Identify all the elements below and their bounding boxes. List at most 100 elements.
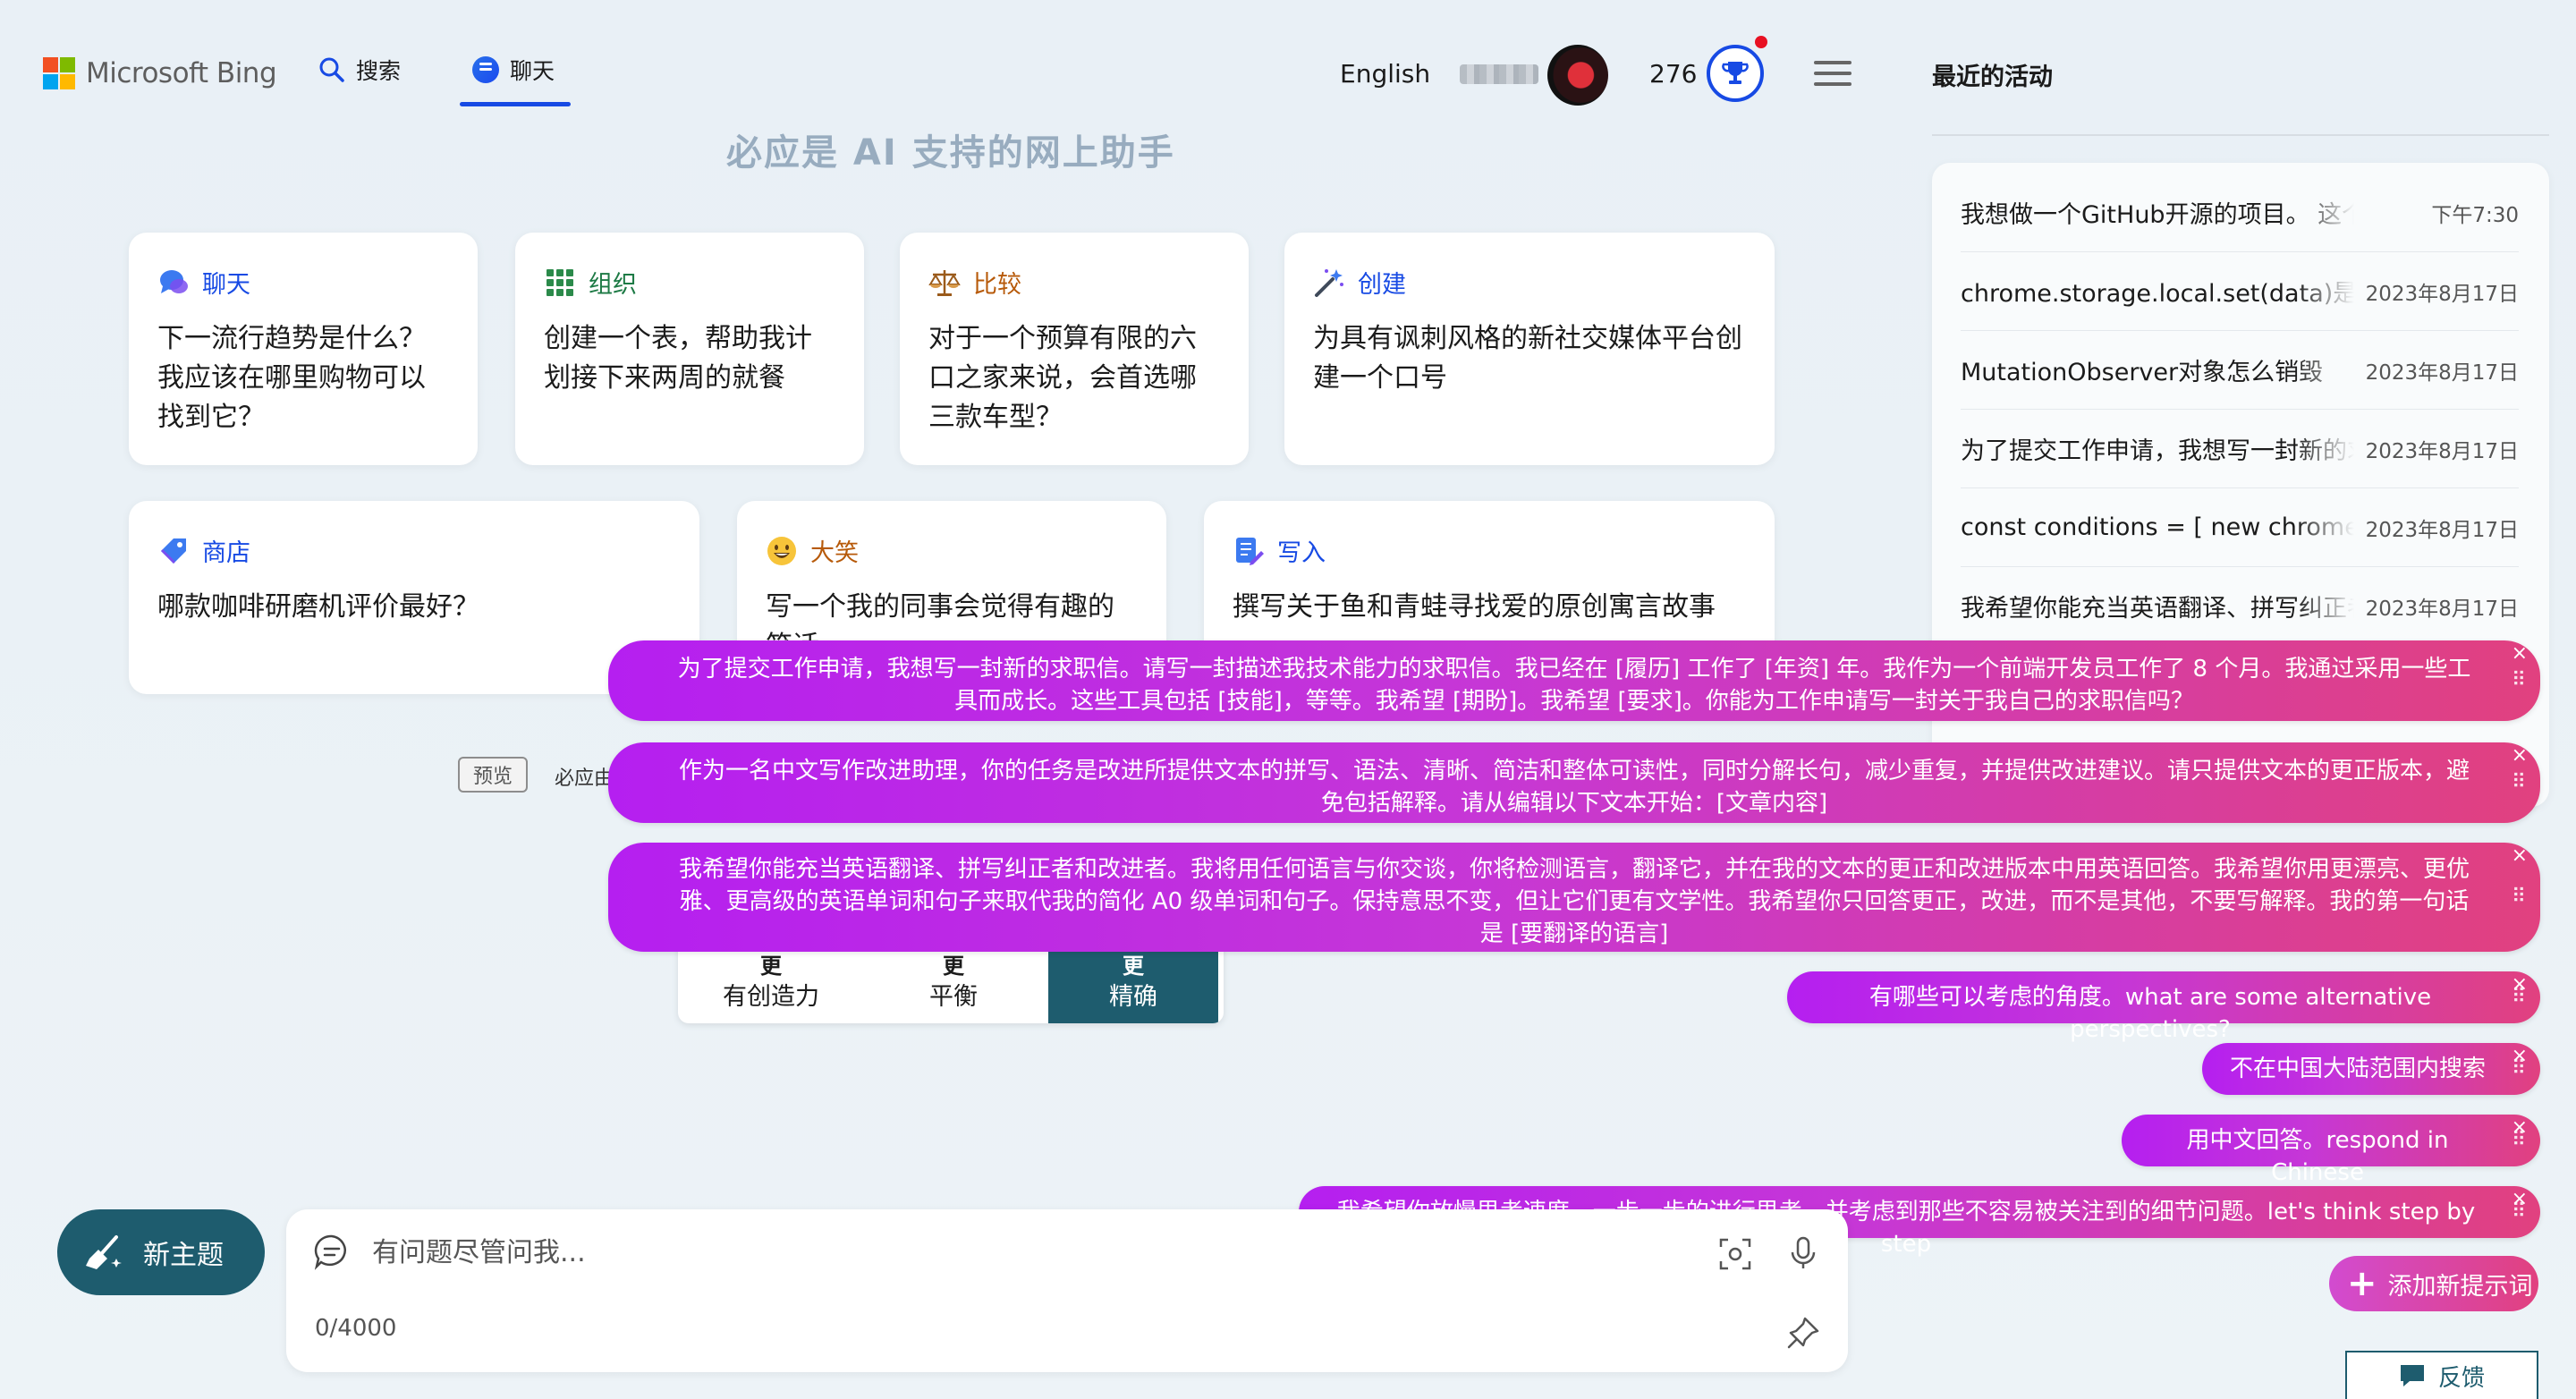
tab-search[interactable]: 搜索 (318, 54, 401, 86)
prompt-chip[interactable]: 我希望你能充当英语翻译、拼写纠正者和改进者。我将用任何语言与你交谈，你将检测语言… (608, 843, 2540, 952)
card-category: 创建 (1358, 271, 1406, 299)
drag-handle-icon[interactable]: ⠿ (2512, 1124, 2526, 1157)
activity-text: 为了提交工作申请，我想写一封新的求职信 (1961, 437, 2354, 465)
card-category: 写入 (1277, 539, 1326, 567)
page-subtitle: 必应是 AI 支持的网上助手 (726, 132, 1175, 174)
activity-time: 2023年8月17日 (2365, 518, 2519, 542)
close-icon[interactable]: × (2512, 746, 2528, 766)
prompt-chip[interactable]: 用中文回答。respond in Chinese × ⠿ (2122, 1115, 2540, 1186)
recent-activity-item[interactable]: 我想做一个GitHub开源的项目。 这个名称 下午7:30 (1961, 174, 2519, 252)
microphone-icon[interactable] (1785, 1234, 1821, 1270)
drag-handle-icon[interactable]: ⠿ (2512, 665, 2526, 697)
feedback-button[interactable]: 反馈 (2345, 1351, 2538, 1399)
add-prompt-button[interactable]: + 添加新提示词 (2329, 1256, 2538, 1311)
recent-activity-title: 最近的活动 (1932, 64, 2053, 91)
price-tag-icon (161, 538, 186, 564)
plus-icon: + (2347, 1263, 2377, 1304)
activity-text: chrome.storage.local.set(data)是异步的吗 (1961, 280, 2354, 308)
new-topic-label: 新主题 (143, 1240, 224, 1271)
close-icon[interactable]: × (2512, 644, 2528, 664)
bing-logo[interactable]: Microsoft Bing (43, 57, 277, 89)
top-header: Microsoft Bing 搜索 聊天 English 276 (0, 0, 1914, 116)
card-text: 为具有讽刺风格的新社交媒体平台创建一个口号 (1313, 323, 1742, 394)
drag-handle-icon[interactable]: ⠿ (2512, 881, 2526, 913)
drag-handle-icon[interactable]: ⠿ (2512, 1053, 2526, 1085)
broom-icon (86, 1235, 122, 1269)
add-prompt-label: 添加新提示词 (2387, 1272, 2533, 1301)
chat-icon (472, 56, 499, 83)
pin-icon[interactable] (1785, 1315, 1821, 1351)
prompt-chip[interactable]: 不在中国大陆范围内搜索 × ⠿ (2202, 1043, 2540, 1095)
chat-compose-icon (314, 1234, 346, 1270)
tab-chat[interactable]: 聊天 (472, 54, 555, 86)
card-category: 大笑 (810, 539, 859, 567)
microsoft-logo-icon (43, 57, 75, 89)
avatar[interactable] (1547, 45, 1608, 106)
user-name-blurred[interactable] (1460, 64, 1538, 84)
visual-search-icon[interactable] (1717, 1236, 1753, 1272)
prompt-chip[interactable]: 为了提交工作申请，我想写一封新的求职信。请写一封描述我技术能力的求职信。我已经在… (608, 640, 2540, 721)
recent-activity-item[interactable]: 为了提交工作申请，我想写一封新的求职信 2023年8月17日 (1961, 410, 2519, 488)
tab-chat-label: 聊天 (510, 58, 555, 84)
preview-badge: 预览 (458, 757, 528, 793)
rewards-trophy-button[interactable] (1707, 45, 1764, 102)
style-option-label: 精确 (1109, 983, 1157, 1011)
activity-time: 下午7:30 (2431, 203, 2519, 227)
activity-time: 2023年8月17日 (2365, 282, 2519, 306)
style-option-top: 更 (943, 954, 964, 979)
recent-activity-item[interactable]: MutationObserver对象怎么销毁 2023年8月17日 (1961, 331, 2519, 410)
balance-scale-icon (928, 269, 961, 296)
card-text: 撰写关于鱼和青蛙寻找爱的原创寓言故事 (1233, 591, 1716, 623)
feedback-label: 反馈 (2437, 1364, 2485, 1392)
recent-activity-item[interactable]: 我希望你能充当英语翻译、拼写纠正者 2023年8月17日 (1961, 567, 2519, 646)
prompt-chip[interactable]: 有哪些可以考虑的角度。what are some alternative per… (1787, 971, 2540, 1043)
card-category: 商店 (202, 539, 250, 567)
style-option-top: 更 (760, 954, 782, 979)
activity-text: 我希望你能充当英语翻译、拼写纠正者 (1961, 595, 2354, 623)
trophy-icon (1722, 62, 1749, 84)
prompt-text: 有哪些可以考虑的角度。what are some alternative per… (1868, 984, 2432, 1043)
card-text: 创建一个表，帮助我计划接下来两周的就餐 (544, 323, 812, 394)
grid-table-icon (547, 268, 573, 296)
new-topic-button[interactable]: 新主题 (57, 1209, 265, 1295)
notification-dot (1755, 36, 1767, 48)
char-counter: 0/4000 (315, 1315, 397, 1342)
activity-text: const conditions = [ new chrome.declarat… (1961, 513, 2354, 541)
logo-text: Microsoft Bing (86, 57, 277, 89)
prompt-text: 为了提交工作申请，我想写一封新的求职信。请写一封描述我技术能力的求职信。我已经在… (677, 656, 2471, 715)
suggestion-card-organize[interactable]: 组织 创建一个表，帮助我计划接下来两周的就餐 (515, 233, 864, 465)
style-option-label: 有创造力 (723, 983, 819, 1011)
active-tab-indicator (460, 102, 571, 106)
prompt-text: 作为一名中文写作改进助理，你的任务是改进所提供文本的拼写、语法、清晰、简洁和整体… (678, 758, 2470, 817)
recent-activity-item[interactable]: chrome.storage.local.set(data)是异步的吗 2023… (1961, 252, 2519, 331)
style-option-top: 更 (1123, 954, 1144, 979)
divider (1932, 134, 2549, 136)
grinning-face-icon (767, 536, 796, 565)
recent-activity-item[interactable]: const conditions = [ new chrome.declarat… (1961, 488, 2519, 567)
prompt-text: 我希望你能充当英语翻译、拼写纠正者和改进者。我将用任何语言与你交谈，你将检测语言… (678, 856, 2470, 947)
activity-text: MutationObserver对象怎么销毁 (1961, 359, 2324, 386)
prompt-chip[interactable]: 作为一名中文写作改进助理，你的任务是改进所提供文本的拼写、语法、清晰、简洁和整体… (608, 742, 2540, 823)
drag-handle-icon[interactable]: ⠿ (2512, 767, 2526, 799)
suggestion-card-compare[interactable]: 比较 对于一个预算有限的六口之家来说，会首选哪三款车型？ (900, 233, 1249, 465)
close-icon[interactable]: × (2512, 846, 2528, 866)
chat-input-box: 0/4000 (286, 1209, 1848, 1372)
chat-input[interactable] (372, 1227, 1445, 1277)
card-category: 聊天 (202, 271, 250, 299)
prompt-text: 用中文回答。respond in Chinese (2186, 1127, 2449, 1186)
prompt-text: 不在中国大陆范围内搜索 (2229, 1056, 2486, 1082)
chat-bubbles-icon (160, 269, 188, 293)
suggestion-card-chat[interactable]: 聊天 下一流行趋势是什么？我应该在哪里购物可以找到它？ (129, 233, 478, 465)
tab-search-label: 搜索 (356, 58, 402, 84)
rewards-points[interactable]: 276 (1649, 59, 1697, 89)
card-category: 比较 (973, 271, 1021, 299)
card-text: 对于一个预算有限的六口之家来说，会首选哪三款车型？ (928, 323, 1197, 433)
suggestion-card-create[interactable]: 创建 为具有讽刺风格的新社交媒体平台创建一个口号 (1284, 233, 1775, 465)
drag-handle-icon[interactable]: ⠿ (2512, 1196, 2526, 1228)
language-switch[interactable]: English (1340, 59, 1430, 89)
feedback-icon (2400, 1365, 2424, 1386)
activity-time: 2023年8月17日 (2365, 439, 2519, 463)
card-text: 下一流行趋势是什么？我应该在哪里购物可以找到它？ (157, 323, 426, 433)
drag-handle-icon[interactable]: ⠿ (2512, 981, 2526, 1013)
hamburger-menu-icon[interactable] (1814, 61, 1852, 93)
